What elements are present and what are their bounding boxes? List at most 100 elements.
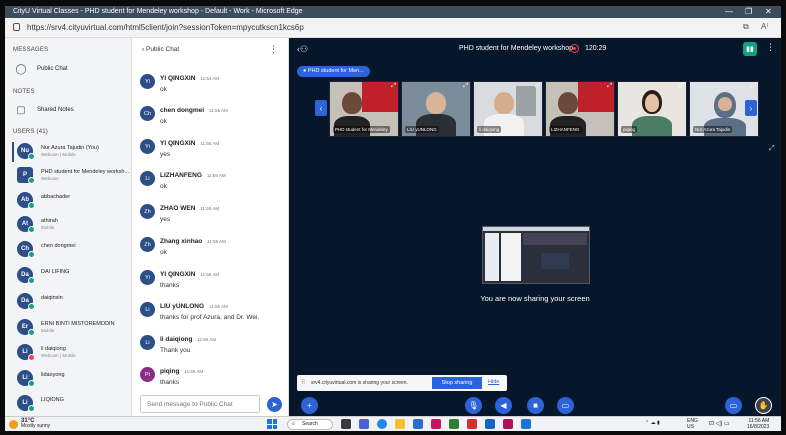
webcam-tile[interactable]: ⤢ PHD student for Mendeley [329,81,399,137]
chat-message-input[interactable] [140,395,260,413]
user-list-item[interactable]: Da daiqinxin [9,291,129,313]
connection-status-icon[interactable]: ▮▮ [743,42,757,56]
microphone-button[interactable]: 🎙 [465,397,482,414]
shared-notes-item[interactable]: ▢ Shared Notes [15,104,73,116]
presenter-pill[interactable]: ● PHD student for Men... [297,66,370,77]
audio-button[interactable]: ◀ [495,397,512,414]
user-list-item[interactable]: Da DAI LIFING [9,265,129,287]
app-icon[interactable] [503,419,513,429]
avatar: Yi [140,270,155,285]
fullscreen-icon[interactable]: ⤢ [769,145,775,153]
fullscreen-icon[interactable]: ⤢ [391,83,396,90]
webcam-next-button[interactable]: › [745,100,757,116]
message-time: 11:55 AM [200,141,220,146]
backdrop [516,86,536,116]
avatar: Yi [140,139,155,154]
webcam-tile[interactable]: ⤢ piqing [617,81,687,137]
webcam-tile[interactable]: ⤢ li daiqiong [473,81,543,137]
person-face [645,94,659,112]
message-text: thanks [160,379,180,386]
public-chat-item[interactable]: ◯ Public Chat [15,63,67,75]
presenter-name: PHD student for Men... [307,68,364,74]
close-button[interactable]: ✕ [765,6,772,18]
weather-widget[interactable]: 31°C Mostly sunny [21,418,50,429]
app-icon[interactable] [449,419,459,429]
file-explorer-icon[interactable] [395,419,405,429]
app-icon[interactable] [467,419,477,429]
presentation-button[interactable]: ▭ [725,397,742,414]
store-icon[interactable] [413,419,423,429]
app-icon[interactable] [431,419,441,429]
raise-hand-button[interactable]: ✋ [755,397,772,414]
send-button[interactable]: ➤ [267,397,282,412]
taskbar-search[interactable]: ⌕ Search [287,419,333,430]
stop-sharing-button[interactable]: Stop sharing [432,377,482,389]
mic-status-icon [28,177,35,184]
sender-name: LIU yUNLONG [160,303,205,310]
drag-handle-icon[interactable]: ⠿ [301,379,305,386]
user-status: Webcam | Mobile [41,353,76,358]
fullscreen-icon[interactable]: ⤢ [463,83,468,90]
read-aloud-icon[interactable]: A⁾ [761,22,768,31]
sender-name: ZHAO WEN [160,205,196,212]
sharing-notice-bar: ⠿ srv4.cityuvirtual.com is sharing your … [297,375,507,391]
app-icon[interactable] [485,419,495,429]
user-list-item[interactable]: Nu Nur Azura Tajudin (You) Webcam | Mobi… [9,141,129,163]
title-bar: CityU Virtual Classes - PHD student for … [5,6,781,18]
screen-share-button[interactable]: ▭ [557,397,574,414]
language-indicator[interactable]: ENG US [687,418,703,430]
current-user-indicator [12,142,14,162]
message-time: 11:56 AM [200,272,220,277]
user-name: abbachader [41,194,71,200]
task-view-icon[interactable] [341,419,351,429]
app-icon[interactable] [521,419,531,429]
user-list-item[interactable]: Li li daiqiong Webcam | Mobile [9,342,129,364]
address-bar[interactable]: https://srv4.cityuvirtual.com/html5clien… [5,18,781,38]
camera-button[interactable]: ■ [527,397,544,414]
maximize-button[interactable]: ❐ [745,6,752,18]
network-sound-icons[interactable]: ⊡ ◁) ▭ [709,420,730,427]
options-menu-icon[interactable]: ⋮ [766,42,775,53]
fullscreen-icon[interactable]: ⤢ [751,83,756,90]
webcam-tile[interactable]: ⤢ LIU yUNLONG [401,81,471,137]
fullscreen-icon[interactable]: ⤢ [679,83,684,90]
edge-icon[interactable] [377,419,387,429]
chat-app-icon[interactable] [359,419,369,429]
url-text[interactable]: https://srv4.cityuvirtual.com/html5clien… [27,23,304,32]
record-icon[interactable] [570,44,579,53]
message-text: ok [160,86,167,93]
actions-plus-button[interactable]: + [301,397,318,414]
webcam-tile[interactable]: ⤢ LIZHANFENG [545,81,615,137]
user-name: Nur Azura Tajudin (You) [41,145,99,151]
user-list-item[interactable]: Ab abbachader [9,190,129,212]
notes-icon: ▢ [16,104,26,116]
fullscreen-icon[interactable]: ⤢ [535,83,540,90]
chat-options-icon[interactable]: ⋮ [269,44,278,55]
system-tray[interactable]: ⌃ ☁ ▮ [645,420,660,426]
person-face [426,92,446,114]
user-list-item[interactable]: At athirah Mobile [9,214,129,236]
user-list-item[interactable]: P PHD student for Mendeley worksh... Web… [9,165,129,187]
user-list-item[interactable]: Ch chen dongmei [9,239,129,261]
screen-share-preview [482,226,590,284]
message-text: Thank you [160,347,191,354]
user-list-toggle-icon[interactable]: ‹⚇ [297,44,308,55]
avatar: Li [140,171,155,186]
person-face [494,92,514,114]
person-body [632,116,672,136]
minimize-button[interactable]: — [725,6,733,18]
hide-link[interactable]: Hide [488,379,499,385]
chat-header[interactable]: ‹ Public Chat [142,46,179,53]
messages-heading: MESSAGES [13,47,49,53]
fullscreen-icon[interactable]: ⤢ [607,83,612,90]
user-list-item[interactable]: Li LIQIONG [9,393,129,415]
sender-name: chen dongmei [160,107,205,114]
start-button[interactable] [267,419,277,429]
app-available-icon[interactable]: ⧉ [743,22,749,32]
user-list-item[interactable]: Er ERNI BINTI MISTOREMODIN Mobile [9,317,129,339]
user-list-item[interactable]: Li lidaoyong [9,368,129,390]
message-time: 11:56 AM [184,369,204,374]
weather-icon[interactable] [9,420,18,429]
message-time: 11:54 AM [200,76,220,81]
clock[interactable]: 11:56 AM 16/8/2023 [747,418,769,430]
